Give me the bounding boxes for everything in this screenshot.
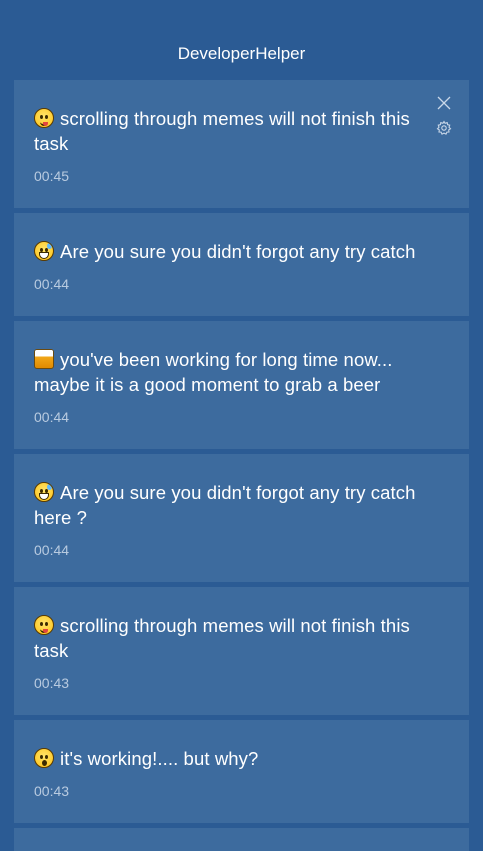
notification-card[interactable]: you've been working for long time now...…	[14, 321, 469, 449]
notification-message: scrolling through memes will not finish …	[34, 615, 410, 661]
notification-time: 00:44	[34, 542, 70, 558]
gear-icon[interactable]	[436, 120, 452, 136]
notification-message-row: scrolling through memes will not finish …	[34, 106, 419, 156]
notification-time: 00:44	[34, 409, 70, 425]
notification-message-row: Are you sure you didn't forgot any try c…	[34, 480, 419, 530]
notification-time: 00:43	[34, 675, 70, 691]
notification-card[interactable]: Are you sure you didn't forgot any try c…	[14, 454, 469, 582]
notification-card[interactable]: scrolling through memes will not finish …	[14, 80, 469, 208]
app-title: DeveloperHelper	[177, 44, 306, 63]
notification-card[interactable]: Are you sure you didn't forgot any try c…	[14, 213, 469, 316]
notification-card[interactable]: scrolling through memes will not finish …	[14, 587, 469, 715]
notification-message-row: it's working!.... but why?	[34, 746, 419, 771]
notification-message: it's working!.... but why?	[60, 748, 259, 769]
close-icon[interactable]	[437, 95, 451, 110]
notification-list: scrolling through memes will not finish …	[14, 80, 469, 851]
sweat-smile-emoji-icon	[34, 241, 54, 261]
notification-message: Are you sure you didn't forgot any try c…	[60, 241, 421, 262]
notification-message-row: you've been working for long time now...…	[34, 347, 419, 397]
notification-message: scrolling through memes will not finish …	[34, 108, 410, 154]
astonished-face-emoji-icon	[34, 748, 54, 768]
sweat-smile-emoji-icon	[34, 482, 54, 502]
notification-time: 00:44	[34, 276, 70, 292]
yum-face-emoji-icon	[34, 615, 54, 635]
notification-message-row: Are you sure you didn't forgot any try c…	[34, 239, 421, 264]
notification-message-row: scrolling through memes will not finish …	[34, 613, 419, 663]
notification-card[interactable]: it's working!.... but why? 00:43	[14, 720, 469, 823]
notification-card-partial[interactable]	[14, 828, 469, 851]
yum-face-emoji-icon	[34, 108, 54, 128]
notification-message: you've been working for long time now...…	[34, 349, 393, 395]
notification-time: 00:43	[34, 783, 70, 799]
beer-mug-emoji-icon	[34, 349, 54, 369]
notification-time: 00:45	[34, 168, 70, 184]
notification-message: Are you sure you didn't forgot any try c…	[34, 482, 416, 528]
